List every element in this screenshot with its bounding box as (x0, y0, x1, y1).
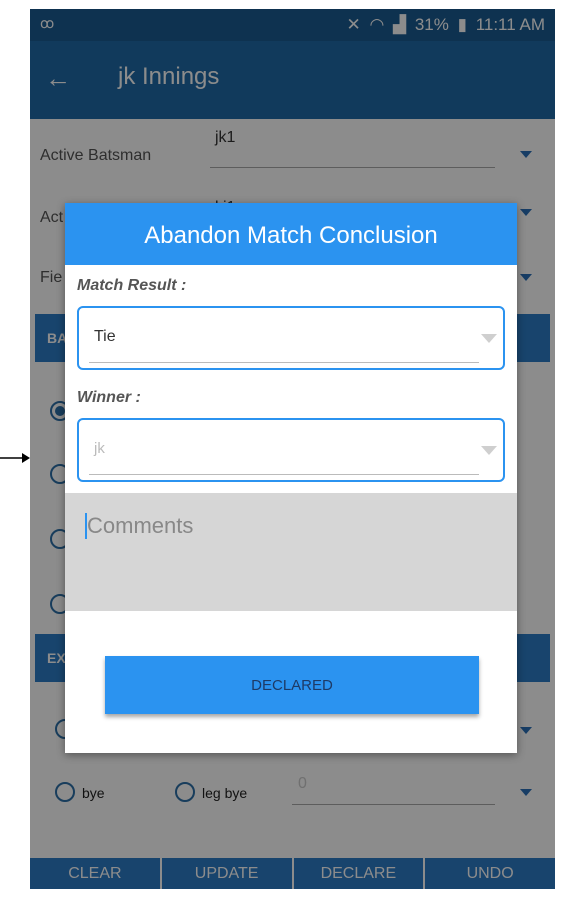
comments-input[interactable]: Comments (65, 493, 517, 611)
winner-underline (89, 474, 479, 475)
pointer-arrow-icon (0, 453, 30, 463)
dropdown-arrow-icon (481, 334, 497, 343)
dialog-title: Abandon Match Conclusion (65, 203, 517, 265)
dropdown-arrow-icon (481, 446, 497, 455)
winner-value: jk (94, 440, 105, 457)
declared-button[interactable]: DECLARED (105, 656, 479, 714)
abandon-match-dialog: Abandon Match Conclusion Match Result : … (65, 203, 517, 753)
comments-placeholder: Comments (87, 513, 194, 538)
phone-screen: ꝏ ✕ ◠ ▟ 31% ▮ 11:11 AM ← jk Innings Acti… (30, 9, 555, 889)
match-result-underline (89, 362, 479, 363)
match-result-label: Match Result : (77, 277, 187, 294)
winner-label: Winner : (77, 389, 141, 406)
match-result-value: Tie (94, 328, 116, 345)
match-result-select[interactable]: Tie (77, 306, 505, 370)
winner-select[interactable]: jk (77, 418, 505, 482)
